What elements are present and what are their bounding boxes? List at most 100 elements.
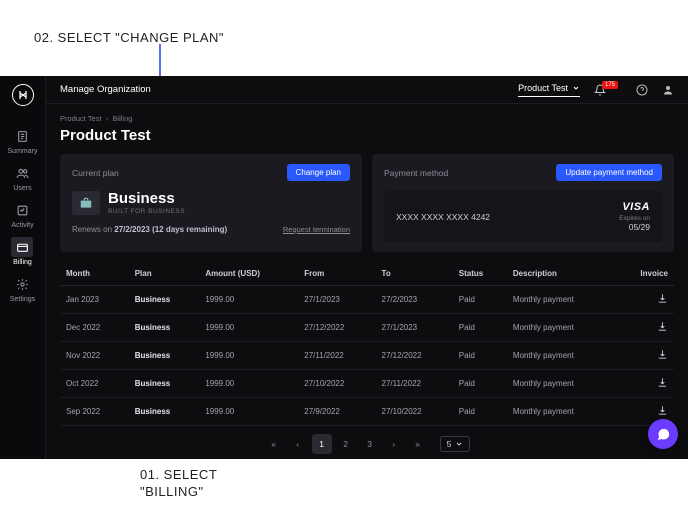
pagination-page[interactable]: 3 <box>360 434 380 454</box>
expires-label: Expires on <box>619 215 650 222</box>
cell-status: Paid <box>453 398 507 426</box>
cell-plan: Business <box>129 314 200 342</box>
update-payment-button[interactable]: Update payment method <box>556 164 662 181</box>
pagination: « ‹ 123 › » 5 <box>60 434 674 454</box>
sidebar: Summary Users Activity Billing Settings <box>0 76 46 459</box>
sidebar-item-users[interactable]: Users <box>8 159 38 196</box>
cell-amount: 1999.00 <box>199 314 298 342</box>
column-header: From <box>298 262 375 286</box>
cell-invoice[interactable] <box>615 342 674 370</box>
document-icon <box>11 126 33 146</box>
breadcrumb-org[interactable]: Product Test <box>60 114 102 123</box>
column-header: Month <box>60 262 129 286</box>
cell-status: Paid <box>453 286 507 314</box>
pagination-page[interactable]: 1 <box>312 434 332 454</box>
sidebar-item-settings[interactable]: Settings <box>8 270 38 307</box>
cell-from: 27/12/2022 <box>298 314 375 342</box>
cell-desc: Monthly payment <box>507 342 615 370</box>
table-row: Jan 2023 Business 1999.00 27/1/2023 27/2… <box>60 286 674 314</box>
cell-to: 27/10/2022 <box>376 398 453 426</box>
page-size-select[interactable]: 5 <box>440 436 471 452</box>
cell-to: 27/1/2023 <box>376 314 453 342</box>
users-icon <box>11 163 33 183</box>
notifications-button[interactable]: 175 <box>594 84 622 96</box>
pagination-next[interactable]: › <box>384 434 404 454</box>
breadcrumb-page: Billing <box>112 114 132 123</box>
chevron-down-icon <box>455 440 463 448</box>
column-header: Plan <box>129 262 200 286</box>
product-selector[interactable]: Product Test <box>518 83 580 97</box>
pagination-prev[interactable]: ‹ <box>288 434 308 454</box>
table-row: Dec 2022 Business 1999.00 27/12/2022 27/… <box>60 314 674 342</box>
instruction-step-1: 01. SELECT "BILLING" <box>140 467 217 501</box>
cell-from: 27/10/2022 <box>298 370 375 398</box>
payment-method-card: Payment method Update payment method XXX… <box>372 154 674 252</box>
cell-invoice[interactable] <box>615 314 674 342</box>
current-plan-heading: Current plan <box>72 168 119 178</box>
pagination-page[interactable]: 2 <box>336 434 356 454</box>
cell-amount: 1999.00 <box>199 286 298 314</box>
cell-plan: Business <box>129 286 200 314</box>
payment-method-heading: Payment method <box>384 168 448 178</box>
cell-from: 27/9/2022 <box>298 398 375 426</box>
content-area: Product Test › Billing Product Test Curr… <box>46 104 688 459</box>
cell-month: Oct 2022 <box>60 370 129 398</box>
chat-fab[interactable] <box>648 419 678 449</box>
breadcrumb: Product Test › Billing <box>60 114 674 123</box>
request-termination-link[interactable]: Request termination <box>283 225 350 234</box>
table-row: Sep 2022 Business 1999.00 27/9/2022 27/1… <box>60 398 674 426</box>
cell-to: 27/11/2022 <box>376 370 453 398</box>
download-icon <box>657 293 668 304</box>
invoices-table: MonthPlanAmount (USD)FromToStatusDescrip… <box>60 262 674 426</box>
download-icon <box>657 377 668 388</box>
plan-name: Business <box>108 191 185 206</box>
cell-plan: Business <box>129 398 200 426</box>
app-window: SummaryUsersActivityBillingSettings Mana… <box>0 76 688 459</box>
instruction-step-2: 02. SELECT "CHANGE PLAN" <box>34 30 224 45</box>
user-icon[interactable] <box>662 84 674 96</box>
sidebar-item-label: Users <box>13 185 31 192</box>
column-header: Description <box>507 262 615 286</box>
briefcase-icon <box>72 191 100 215</box>
sidebar-item-summary[interactable]: Summary <box>8 122 38 159</box>
download-icon <box>657 349 668 360</box>
table-row: Nov 2022 Business 1999.00 27/11/2022 27/… <box>60 342 674 370</box>
cell-from: 27/11/2022 <box>298 342 375 370</box>
chevron-down-icon <box>572 84 580 92</box>
cell-to: 27/2/2023 <box>376 286 453 314</box>
cell-invoice[interactable] <box>615 286 674 314</box>
sidebar-item-label: Summary <box>8 148 38 155</box>
download-icon <box>657 321 668 332</box>
change-plan-button[interactable]: Change plan <box>287 164 350 181</box>
card-number: XXXX XXXX XXXX 4242 <box>396 212 490 222</box>
cell-from: 27/1/2023 <box>298 286 375 314</box>
column-header: Amount (USD) <box>199 262 298 286</box>
column-header: Invoice <box>615 262 674 286</box>
cell-plan: Business <box>129 370 200 398</box>
cell-month: Jan 2023 <box>60 286 129 314</box>
activity-icon <box>11 200 33 220</box>
pagination-first[interactable]: « <box>264 434 284 454</box>
cell-amount: 1999.00 <box>199 342 298 370</box>
sidebar-item-billing[interactable]: Billing <box>8 233 38 270</box>
billing-icon <box>11 237 33 257</box>
cell-desc: Monthly payment <box>507 398 615 426</box>
cell-month: Dec 2022 <box>60 314 129 342</box>
column-header: Status <box>453 262 507 286</box>
cell-desc: Monthly payment <box>507 314 615 342</box>
cell-desc: Monthly payment <box>507 286 615 314</box>
sidebar-item-activity[interactable]: Activity <box>8 196 38 233</box>
logo-icon <box>12 84 34 106</box>
cell-status: Paid <box>453 370 507 398</box>
pagination-last[interactable]: » <box>408 434 428 454</box>
cell-desc: Monthly payment <box>507 370 615 398</box>
chat-icon <box>656 427 671 442</box>
cell-invoice[interactable] <box>615 370 674 398</box>
sidebar-item-label: Billing <box>13 259 32 266</box>
cell-plan: Business <box>129 342 200 370</box>
current-plan-card: Current plan Change plan Business BUILT … <box>60 154 362 252</box>
cell-status: Paid <box>453 342 507 370</box>
page-title: Product Test <box>60 127 674 144</box>
help-icon[interactable] <box>636 84 648 96</box>
column-header: To <box>376 262 453 286</box>
